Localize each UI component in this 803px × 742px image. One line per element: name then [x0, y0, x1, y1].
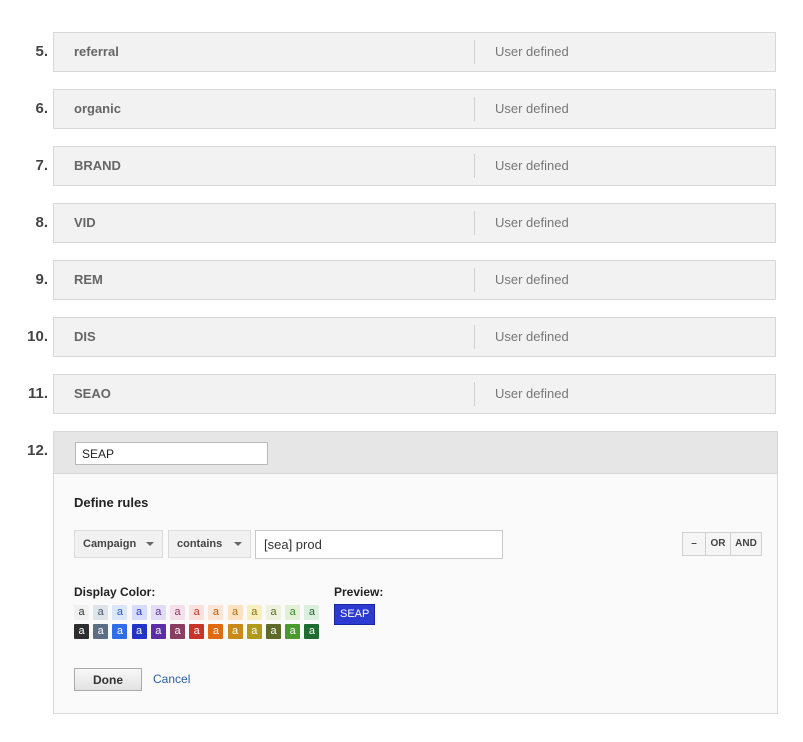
cancel-link[interactable]: Cancel — [153, 672, 190, 686]
label-type: User defined — [495, 44, 569, 59]
light-color-swatch[interactable]: a — [150, 605, 166, 620]
label-name: DIS — [74, 329, 96, 344]
label-type: User defined — [495, 215, 569, 230]
light-color-swatch[interactable]: a — [112, 605, 128, 620]
light-color-swatch[interactable]: a — [304, 605, 320, 620]
label-row-vid[interactable]: VID User defined — [53, 203, 776, 243]
label-row-seao[interactable]: SEAO User defined — [53, 374, 776, 414]
label-name: REM — [74, 272, 103, 287]
dimension-dropdown-label: Campaign — [83, 538, 137, 550]
divider — [474, 382, 475, 406]
chevron-down-icon — [146, 542, 154, 546]
and-button[interactable]: AND — [730, 532, 762, 556]
operator-dropdown-label: contains — [177, 538, 223, 550]
dark-color-swatch[interactable]: a — [304, 624, 320, 639]
divider — [474, 325, 475, 349]
label-type: User defined — [495, 158, 569, 173]
dark-color-swatch[interactable]: a — [227, 624, 243, 639]
label-name: BRAND — [74, 158, 121, 173]
dark-color-swatch[interactable]: a — [93, 624, 109, 639]
divider — [474, 40, 475, 64]
label-row-dis[interactable]: DIS User defined — [53, 317, 776, 357]
display-color-label: Display Color: — [74, 585, 156, 599]
preview-label: Preview: — [334, 585, 384, 599]
rule-value-input[interactable] — [255, 530, 503, 559]
operator-dropdown[interactable]: contains — [168, 530, 251, 558]
divider — [474, 97, 475, 121]
dark-color-swatch[interactable]: a — [246, 624, 262, 639]
label-name: SEAO — [74, 386, 111, 401]
light-color-swatch[interactable]: a — [93, 605, 109, 620]
label-row-rem[interactable]: REM User defined — [53, 260, 776, 300]
light-color-swatch[interactable]: a — [227, 605, 243, 620]
num-11: 11. — [27, 385, 48, 402]
num-8: 8. — [35, 214, 48, 231]
dark-color-swatch[interactable]: a — [208, 624, 224, 639]
done-button[interactable]: Done — [74, 668, 142, 691]
dimension-dropdown[interactable]: Campaign — [74, 530, 163, 558]
label-name-input[interactable] — [75, 442, 268, 465]
light-color-swatch[interactable]: a — [266, 605, 281, 620]
label-type: User defined — [495, 101, 569, 116]
chevron-down-icon — [234, 542, 242, 546]
editor-header — [54, 432, 777, 474]
preview-badge: SEAP — [334, 604, 376, 625]
label-row-brand[interactable]: BRAND User defined — [53, 146, 776, 186]
light-color-swatch[interactable]: a — [208, 605, 224, 620]
label-name: organic — [74, 101, 121, 116]
label-editor: Define rules Campaign contains – OR AND … — [53, 431, 778, 714]
dark-color-swatch[interactable]: a — [285, 624, 301, 639]
dark-color-swatch[interactable]: a — [150, 624, 166, 639]
num-7: 7. — [35, 157, 48, 174]
light-color-swatch[interactable]: a — [131, 605, 147, 620]
num-5: 5. — [35, 43, 48, 60]
dark-color-swatch[interactable]: a — [170, 624, 185, 639]
light-color-swatch[interactable]: a — [285, 605, 301, 620]
light-color-swatch[interactable]: a — [74, 605, 89, 620]
light-color-swatch[interactable]: a — [189, 605, 205, 620]
label-row-organic[interactable]: organic User defined — [53, 89, 776, 129]
divider — [474, 268, 475, 292]
num-6: 6. — [35, 100, 48, 117]
divider — [474, 154, 475, 178]
define-rules-title: Define rules — [74, 495, 149, 510]
dark-color-swatch[interactable]: a — [266, 624, 281, 639]
or-button[interactable]: OR — [705, 532, 731, 556]
light-color-swatch[interactable]: a — [246, 605, 262, 620]
label-row-referral[interactable]: referral User defined — [53, 32, 776, 72]
dark-color-swatch[interactable]: a — [189, 624, 205, 639]
light-color-swatch[interactable]: a — [170, 605, 185, 620]
num-9: 9. — [35, 271, 48, 288]
rule-button-group: – OR AND — [682, 532, 762, 556]
label-name: referral — [74, 44, 119, 59]
remove-rule-button[interactable]: – — [682, 532, 706, 556]
num-12: 12. — [27, 442, 48, 459]
divider — [474, 211, 475, 235]
dark-color-swatch[interactable]: a — [112, 624, 128, 639]
label-type: User defined — [495, 329, 569, 344]
dark-color-swatch[interactable]: a — [131, 624, 147, 639]
label-type: User defined — [495, 272, 569, 287]
label-name: VID — [74, 215, 96, 230]
dark-color-swatch[interactable]: a — [74, 624, 89, 639]
label-type: User defined — [495, 386, 569, 401]
num-10: 10. — [27, 328, 48, 345]
